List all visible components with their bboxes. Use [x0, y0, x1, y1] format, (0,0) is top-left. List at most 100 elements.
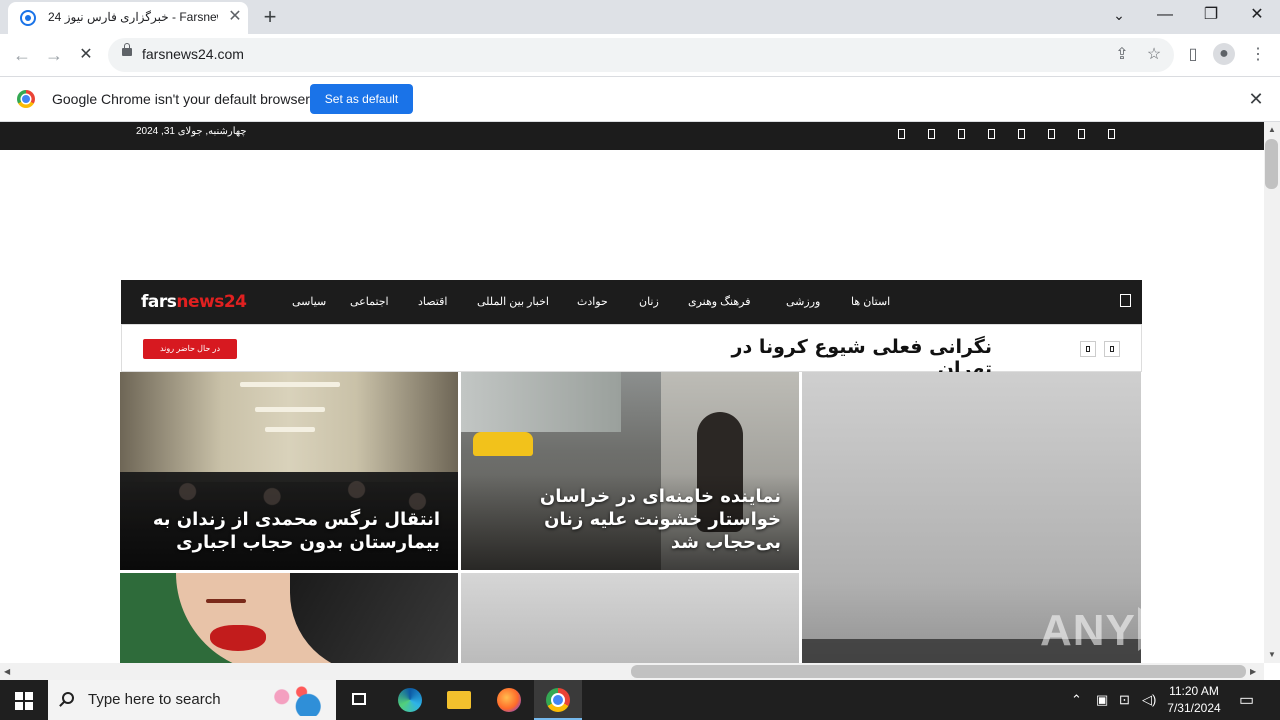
browser-tab[interactable]: خبرگزاری فارس نیوز 24 - Farsnews ✕ [8, 2, 248, 34]
lock-icon[interactable] [122, 43, 132, 56]
share-icon[interactable]: ⇪ [1110, 43, 1134, 67]
logo-fars: fars [141, 292, 177, 312]
news-card[interactable] [120, 573, 458, 663]
card-image-lips [210, 625, 266, 651]
tab-close-icon[interactable]: ✕ [226, 8, 244, 26]
anyrun-watermark: ANY RUN [1040, 606, 1272, 656]
clock-time: 11:20 AM [1169, 684, 1219, 698]
ticker-prev-icon[interactable] [1080, 341, 1096, 357]
nav-item-women[interactable]: زنان [639, 295, 659, 308]
firefox-taskbar-button[interactable] [485, 680, 533, 720]
social-icon[interactable] [898, 129, 905, 139]
nav-item-culture-art[interactable]: فرهنگ وهنری [688, 295, 750, 308]
vertical-scrollbar[interactable]: ▲ ▼ [1264, 122, 1280, 663]
nav-item-incidents[interactable]: حوادث [577, 295, 608, 308]
card-image-taxi [473, 432, 533, 456]
infobar-close-icon[interactable]: ✕ [1246, 89, 1266, 109]
scroll-right-icon[interactable]: ▶ [1250, 667, 1256, 676]
side-panel-icon[interactable]: ▯ [1181, 43, 1205, 67]
show-hidden-icons-icon[interactable]: ⌃ [1071, 692, 1082, 708]
scroll-down-icon[interactable]: ▼ [1268, 650, 1276, 659]
profile-avatar-icon[interactable]: ● [1213, 43, 1235, 65]
news-card[interactable]: نماینده خامنه‌ای در خراسان خواستار خشونت… [461, 372, 799, 570]
forward-arrow-icon[interactable]: → [41, 42, 67, 68]
nav-item-social[interactable]: اجتماعی [350, 295, 389, 308]
clock-date: 7/31/2024 [1167, 701, 1221, 715]
folder-icon [447, 691, 471, 709]
taskbar-search-box[interactable]: Type here to search [48, 680, 336, 720]
card-caption[interactable]: انتقال نرگس محمدی از زندان به بیمارستان … [140, 508, 440, 554]
window-close-button[interactable]: ✕ [1234, 0, 1280, 32]
social-icon[interactable] [928, 129, 935, 139]
scroll-up-icon[interactable]: ▲ [1268, 125, 1276, 134]
windows-taskbar: Type here to search ⌃ ▣ ⊡ ◁) 11:20 AM 7/… [0, 680, 1280, 720]
file-explorer-taskbar-button[interactable] [435, 680, 483, 720]
site-favicon-icon [20, 10, 36, 26]
windows-logo-icon-part [15, 702, 23, 710]
task-view-button[interactable] [336, 680, 384, 720]
site-top-bar: چهارشنبه, جولای 31, 2024 [0, 122, 1264, 150]
page-viewport: چهارشنبه, جولای 31, 2024 farsnews24 استا… [0, 122, 1264, 663]
vertical-scroll-thumb[interactable] [1265, 139, 1278, 189]
network-icon[interactable]: ⊡ [1119, 692, 1130, 708]
set-as-default-button[interactable]: Set as default [310, 84, 413, 114]
meet-now-icon[interactable]: ▣ [1096, 692, 1108, 708]
search-highlight-icon [262, 684, 328, 716]
menu-kebab-icon[interactable]: ⋮ [1246, 43, 1270, 67]
social-icon[interactable] [1048, 129, 1055, 139]
volume-icon[interactable]: ◁) [1142, 692, 1156, 708]
minimize-button[interactable]: — [1142, 0, 1188, 32]
edge-taskbar-button[interactable] [386, 680, 434, 720]
new-tab-button[interactable]: + [256, 4, 284, 30]
social-icon[interactable] [958, 129, 965, 139]
taskbar-clock[interactable]: 11:20 AM 7/31/2024 [1162, 683, 1226, 717]
card-image [461, 372, 621, 432]
default-browser-infobar: Google Chrome isn't your default browser… [0, 76, 1280, 122]
chrome-taskbar-button[interactable] [534, 680, 582, 720]
bookmark-star-icon[interactable]: ☆ [1142, 43, 1166, 67]
restore-button[interactable]: ❐ [1188, 0, 1234, 32]
taskbar-search-placeholder[interactable]: Type here to search [88, 691, 221, 708]
ceiling-light [240, 382, 340, 387]
ceiling-light [255, 407, 325, 412]
nav-item-provinces[interactable]: استان ها [851, 295, 890, 308]
site-date: چهارشنبه, جولای 31, 2024 [136, 126, 247, 137]
trending-ticker: در حال حاضر روند نگرانی فعلی شیوع کرونا … [121, 324, 1142, 380]
trending-badge: در حال حاضر روند [143, 339, 237, 359]
back-arrow-icon[interactable]: ← [9, 42, 35, 68]
windows-logo-icon [15, 692, 23, 700]
chrome-logo-icon [17, 90, 35, 108]
notification-icon[interactable]: ▭ [1239, 690, 1254, 710]
scroll-left-icon[interactable]: ◀ [4, 667, 10, 676]
site-menu-icon[interactable] [1120, 294, 1131, 307]
nav-item-economy[interactable]: اقتصاد [418, 295, 447, 308]
search-icon [62, 692, 74, 704]
stop-loading-icon[interactable]: ✕ [73, 42, 99, 68]
social-icon[interactable] [1078, 129, 1085, 139]
horizontal-scroll-thumb[interactable] [631, 665, 1246, 678]
logo-news24: news24 [176, 292, 247, 312]
social-icon[interactable] [1018, 129, 1025, 139]
news-card[interactable]: انتقال نرگس محمدی از زندان به بیمارستان … [120, 372, 458, 570]
infobar-message: Google Chrome isn't your default browser [52, 91, 310, 107]
url-text[interactable]: farsnews24.com [142, 46, 244, 62]
social-icon[interactable] [988, 129, 995, 139]
news-card[interactable] [461, 573, 799, 663]
ticker-next-icon[interactable] [1104, 341, 1120, 357]
address-bar[interactable]: farsnews24.com ⇪ ☆ [108, 38, 1174, 72]
play-icon [1137, 607, 1172, 651]
site-logo[interactable]: farsnews24 [141, 292, 247, 312]
firefox-icon [497, 688, 521, 712]
task-view-icon [352, 693, 366, 705]
tab-search-icon[interactable]: ⌄ [1096, 0, 1142, 32]
browser-toolbar: ← → ✕ farsnews24.com ⇪ ☆ ▯ ● ⋮ [0, 34, 1280, 76]
windows-logo-icon-part [25, 702, 33, 710]
card-caption[interactable]: نماینده خامنه‌ای در خراسان خواستار خشونت… [481, 485, 781, 554]
start-button[interactable] [0, 680, 48, 720]
social-icon[interactable] [1108, 129, 1115, 139]
nav-item-international[interactable]: اخبار بین المللی [477, 295, 549, 308]
nav-item-sports[interactable]: ورزشی [786, 295, 820, 308]
watermark-right: RUN [1173, 606, 1273, 655]
windows-logo-icon-part [25, 692, 33, 700]
nav-item-politics[interactable]: سیاسی [292, 295, 326, 308]
